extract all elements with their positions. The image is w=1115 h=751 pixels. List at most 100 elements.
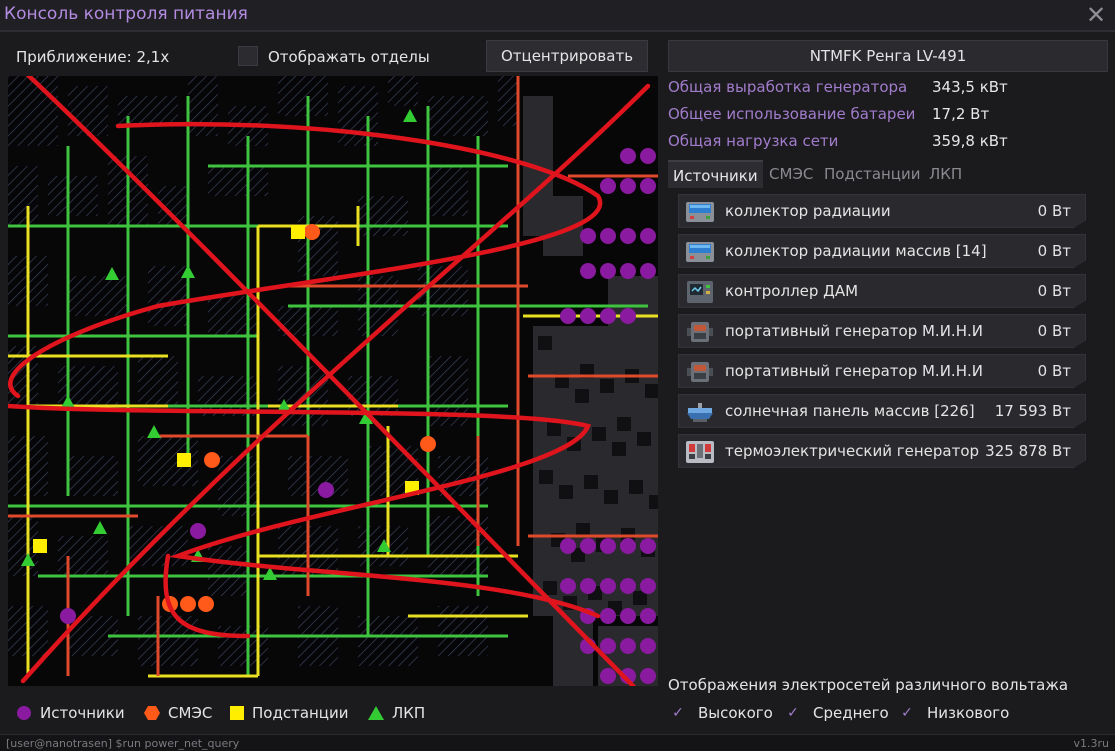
- wall-block: [358, 196, 408, 236]
- voltage-low-label: Низкового: [927, 704, 1010, 722]
- source-node: [620, 578, 636, 594]
- asteroid-hole: [592, 427, 606, 441]
- source-power: 0 Вт: [1037, 282, 1071, 300]
- substation-node: [177, 453, 191, 467]
- departments-checkbox[interactable]: [238, 46, 258, 66]
- smes-node: [204, 452, 220, 468]
- checkmark-icon: ✓: [901, 705, 913, 721]
- apc-node: [93, 521, 107, 534]
- legend-substations: Подстанции: [230, 700, 349, 726]
- voltage-medium-toggle[interactable]: ✓ Среднего: [785, 702, 889, 724]
- voltage-medium-label: Среднего: [813, 704, 889, 722]
- asteroid-hole: [559, 485, 573, 499]
- apc-triangle-icon: [368, 706, 384, 720]
- departments-label: Отображать отделы: [268, 48, 430, 66]
- wall-block: [68, 276, 128, 316]
- source-node: [620, 263, 636, 279]
- source-node: [600, 538, 616, 554]
- radiation-collector-icon: [686, 242, 714, 262]
- source-name: коллектор радиации: [725, 202, 891, 220]
- source-node: [620, 638, 636, 654]
- list-item[interactable]: коллектор радиации 0 Вт: [678, 194, 1086, 228]
- source-node: [620, 228, 636, 244]
- center-map-button[interactable]: Отцентрировать: [486, 40, 648, 72]
- asteroid-hole: [649, 495, 658, 509]
- wall-block: [208, 296, 258, 336]
- source-node: [580, 578, 596, 594]
- voltage-high-toggle[interactable]: ✓ Высокого: [670, 702, 773, 724]
- substation-node: [291, 225, 305, 239]
- portable-generator-icon: [687, 322, 713, 342]
- legend-apc: ЛКП: [368, 700, 425, 726]
- source-power: 0 Вт: [1037, 362, 1071, 380]
- stat-label: Общее использование батареи: [668, 105, 916, 123]
- wall-block: [348, 376, 398, 416]
- source-node: [600, 668, 616, 684]
- list-item[interactable]: солнечная панель массив [226] 17 593 Вт: [678, 394, 1086, 428]
- source-node: [60, 608, 76, 624]
- list-item[interactable]: портативный генератор М.И.Н.И 0 Вт: [678, 354, 1086, 388]
- checkmark-icon: ✓: [672, 705, 684, 721]
- apc-node: [105, 267, 119, 280]
- device-tabs: Источники СМЭС Подстанции ЛКП: [668, 160, 1108, 188]
- asteroid-hole: [612, 442, 626, 456]
- substation-square-icon: [230, 706, 244, 720]
- wall-block: [138, 356, 178, 406]
- asteroid-hole: [637, 432, 651, 446]
- source-name: портативный генератор М.И.Н.И: [725, 322, 983, 340]
- source-node: [560, 308, 576, 324]
- voltage-high-label: Высокого: [698, 704, 773, 722]
- source-node: [620, 148, 636, 164]
- wall-block: [388, 76, 418, 106]
- thermoelectric-generator-icon: [686, 441, 714, 463]
- status-command: [user@nanotrasen] $run power_net_query: [6, 737, 240, 750]
- asteroid-hole: [538, 336, 552, 350]
- asteroid-hole: [584, 475, 598, 489]
- source-name: коллектор радиации массив [14]: [725, 242, 987, 260]
- list-item[interactable]: термоэлектрический генератор 325 878 Вт: [678, 434, 1086, 468]
- smes-node: [304, 224, 320, 240]
- wall-block: [208, 166, 268, 196]
- source-node: [600, 228, 616, 244]
- wall-block: [428, 166, 468, 216]
- apc-node: [147, 425, 161, 438]
- checkmark-icon: ✓: [787, 705, 799, 721]
- voltage-low-toggle[interactable]: ✓ Низкового: [899, 702, 1009, 724]
- list-item[interactable]: портативный генератор М.И.Н.И 0 Вт: [678, 314, 1086, 348]
- voltage-filter-title: Отображения электросетей различного воль…: [668, 676, 1069, 694]
- wall-block: [8, 166, 38, 226]
- asteroid-hole: [645, 384, 658, 398]
- source-node: [620, 178, 636, 194]
- source-name: портативный генератор М.И.Н.И: [725, 362, 983, 380]
- tab-apc[interactable]: ЛКП: [924, 160, 967, 188]
- source-node: [318, 482, 334, 498]
- source-node: [640, 638, 656, 654]
- wall-block: [428, 96, 488, 136]
- source-node: [190, 523, 206, 539]
- station-map-canvas[interactable]: [8, 76, 658, 686]
- tab-sources[interactable]: Источники: [668, 160, 763, 188]
- source-name: солнечная панель массив [226]: [725, 402, 975, 420]
- stat-value: 359,8 кВт: [932, 132, 1008, 150]
- legend-smes: СМЭС: [144, 700, 212, 726]
- tab-smes[interactable]: СМЭС: [764, 160, 818, 188]
- source-node: [640, 148, 656, 164]
- close-icon[interactable]: ✕: [1083, 2, 1109, 28]
- source-node: [600, 263, 616, 279]
- asteroid-hole: [547, 422, 561, 436]
- source-node: [640, 538, 656, 554]
- legend-sources-label: Источники: [40, 704, 125, 722]
- computer-terminal-icon: [687, 281, 713, 303]
- source-node: [580, 308, 596, 324]
- list-item[interactable]: коллектор радиации массив [14] 0 Вт: [678, 234, 1086, 268]
- source-node: [600, 578, 616, 594]
- smes-node: [180, 596, 196, 612]
- source-node: [580, 263, 596, 279]
- tab-substations[interactable]: Подстанции: [819, 160, 926, 188]
- list-item[interactable]: контроллер ДАМ 0 Вт: [678, 274, 1086, 308]
- smes-hexagon-icon: [144, 706, 160, 720]
- wall-block: [338, 86, 378, 146]
- station-power-map[interactable]: [8, 76, 658, 686]
- asteroid-hole: [617, 417, 631, 431]
- source-node: [640, 608, 656, 624]
